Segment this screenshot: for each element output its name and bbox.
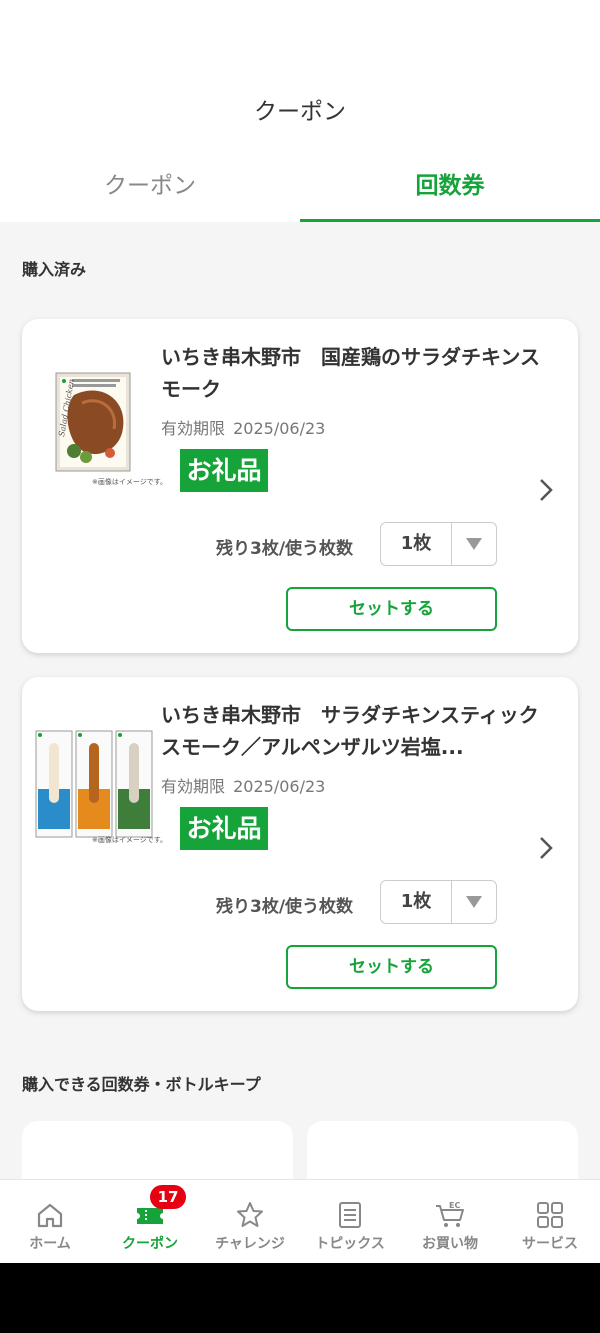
expiry-value: 2025/06/23 [233, 777, 326, 796]
ticket-card[interactable]: Salad Chicken ※画像はイメージです。 いちき串木野市 国産鶏のサラ… [22, 319, 578, 653]
nav-label: サービス [522, 1236, 578, 1252]
chevron-right-icon[interactable] [536, 833, 556, 863]
gift-badge: お礼品 [180, 807, 268, 850]
expiry-date: 有効期限 2025/06/23 [161, 415, 325, 439]
image-note: ※画像はイメージです。 [92, 836, 168, 844]
product-name: いちき串木野市 国産鶏のサラダチキンスモーク [161, 345, 540, 401]
quantity-value: 1枚 [381, 881, 452, 923]
product-image-chicken-stick [35, 729, 162, 844]
set-button[interactable]: セットする [286, 587, 497, 631]
nav-label: クーポン [122, 1236, 178, 1252]
gift-badge: お礼品 [180, 449, 268, 492]
bottom-nav: ホーム クーポン チャレンジ トピックス EC お買い物 サービス 17 [0, 1179, 600, 1263]
grid-icon [537, 1202, 563, 1228]
nav-shopping[interactable]: EC お買い物 [400, 1180, 500, 1263]
dropdown-arrow-icon [466, 896, 482, 908]
home-icon [37, 1203, 63, 1228]
expiry-label: 有効期限 [161, 419, 226, 438]
product-name: いちき串木野市 サラダチキンスティック スモーク／アルペンザルツ岩塩... [161, 703, 541, 759]
quantity-select[interactable]: 1枚 [380, 522, 497, 566]
coupon-count-badge: 17 [150, 1185, 186, 1209]
system-navigation-bar [0, 1263, 600, 1333]
product-image-salad-chicken: Salad Chicken [52, 371, 162, 486]
quantity-select[interactable]: 1枚 [380, 880, 497, 924]
cart-icon-text: EC [449, 1201, 460, 1210]
chevron-right-icon[interactable] [536, 475, 556, 505]
ticket-card[interactable]: ※画像はイメージです。 いちき串木野市 サラダチキンスティック スモーク／アルペ… [22, 677, 578, 1011]
star-icon [237, 1202, 263, 1227]
dropdown-arrow-icon [466, 538, 482, 550]
page-title: クーポン [254, 99, 346, 125]
remaining-count: 残り3枚/使う枚数 [216, 897, 354, 917]
nav-topics[interactable]: トピックス [300, 1180, 400, 1263]
expiry-label: 有効期限 [161, 777, 226, 796]
nav-label: チャレンジ [215, 1236, 285, 1252]
quantity-value: 1枚 [381, 523, 452, 565]
header: クーポン クーポン 回数券 [0, 0, 600, 222]
tab-bar: クーポン 回数券 [0, 155, 600, 222]
tab-coupon[interactable]: クーポン [0, 155, 300, 222]
nav-label: トピックス [315, 1236, 385, 1252]
document-icon [339, 1202, 361, 1228]
set-button[interactable]: セットする [286, 945, 497, 989]
cart-icon: EC [436, 1201, 464, 1227]
expiry-value: 2025/06/23 [233, 419, 326, 438]
remaining-count: 残り3枚/使う枚数 [216, 539, 354, 559]
section-title-purchased: 購入済み [22, 260, 87, 279]
nav-label: ホーム [29, 1236, 71, 1252]
tab-ticket[interactable]: 回数券 [300, 155, 600, 222]
expiry-date: 有効期限 2025/06/23 [161, 773, 325, 797]
nav-challenge[interactable]: チャレンジ [200, 1180, 300, 1263]
nav-home[interactable]: ホーム [0, 1180, 100, 1263]
section-title-buyable: 購入できる回数券・ボトルキープ [22, 1075, 261, 1094]
nav-services[interactable]: サービス [500, 1180, 600, 1263]
nav-label: お買い物 [422, 1236, 478, 1252]
image-note: ※画像はイメージです。 [92, 478, 168, 486]
